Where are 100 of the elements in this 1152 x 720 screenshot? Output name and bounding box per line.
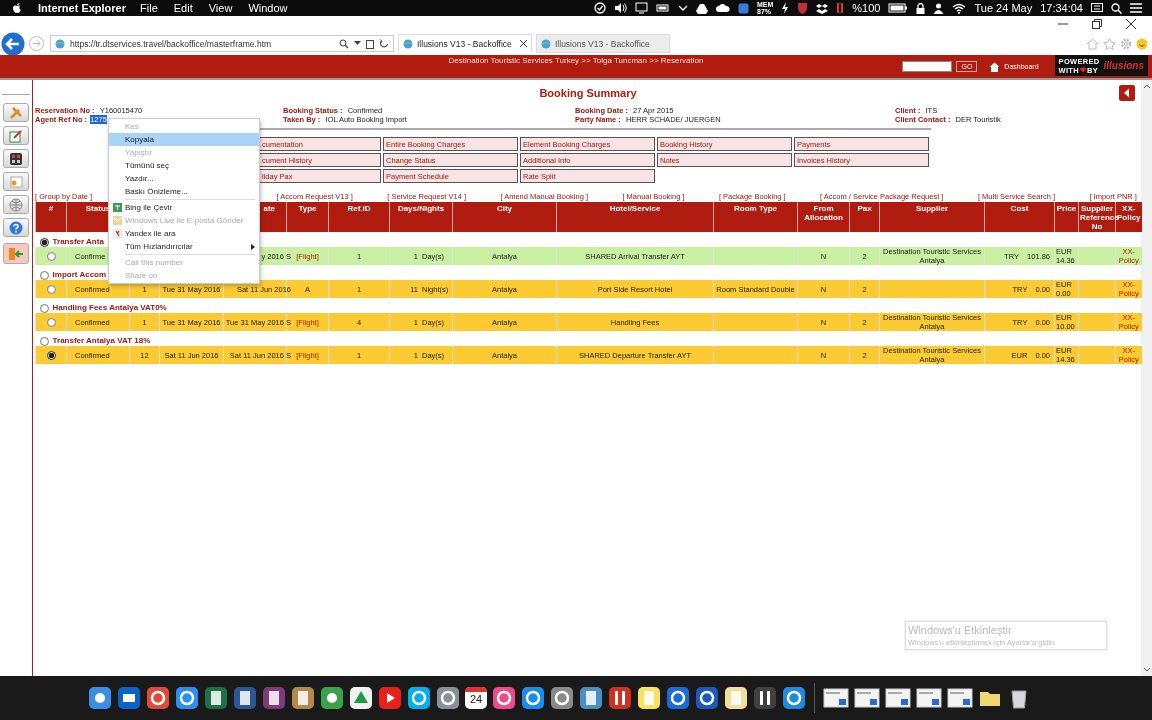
close-icon[interactable] [1126,19,1136,29]
column-header: Hotel/Service [609,204,661,213]
radio-button[interactable] [39,304,49,313]
radio-button[interactable] [46,317,56,327]
app-icon[interactable] [738,2,749,14]
menu-item[interactable]: View [208,2,233,14]
heart-icon [1079,67,1086,73]
page-icon [55,38,65,49]
speaker-icon[interactable] [614,2,627,14]
window-thumbnail-icon[interactable] [854,687,880,709]
tab-title: Illusions V13 - Backoffice [555,38,651,49]
calculator-icon [9,151,23,166]
shield-icon[interactable] [797,2,809,14]
search-icon[interactable] [339,38,349,49]
column-header: Room Type [734,204,777,213]
battery-icon[interactable] [888,3,909,13]
scrollbar[interactable] [1141,80,1152,676]
edit-button[interactable] [3,126,29,145]
help-icon [9,220,23,235]
refresh-icon[interactable] [379,38,389,49]
column-header: Days/Nights [397,204,445,213]
menu-icon[interactable] [1130,3,1142,13]
search-field[interactable] [902,61,953,72]
date-text[interactable]: Tue 24 May [974,2,1033,14]
column-header: ate [263,204,275,213]
address-bar[interactable]: https://tr.dtservices.travel/backoffice/masterframe.htm [50,35,394,52]
apple-icon[interactable] [12,2,22,14]
help-button[interactable] [3,218,29,237]
submenu-arrow-icon [251,243,255,250]
clipboard-icon[interactable] [366,38,374,49]
back-button[interactable] [1119,85,1135,101]
bolt-icon[interactable] [781,2,790,14]
brand-name: illusions [1103,60,1144,71]
window-thumbnail-icon[interactable] [885,687,911,709]
scroll-up-icon[interactable] [1142,83,1151,89]
play-icon[interactable] [378,686,402,710]
page-title: Booking Summary [539,87,637,99]
radio-button[interactable] [39,271,49,280]
window-thumbnail-icon[interactable] [947,687,973,709]
list-icon[interactable] [1091,2,1103,14]
scroll-down-icon[interactable] [1142,667,1151,673]
back-button[interactable] [1,31,25,56]
breadcrumb: Destination Touristic Services Turkey >> Tolga Tuncman >> Reservation [448,56,704,65]
radio-button[interactable] [46,350,56,360]
chevron-icon[interactable] [678,4,688,12]
menu-item[interactable]: Kopyala [109,133,259,146]
window-thumbnail-icon[interactable] [823,687,849,709]
radio-button[interactable] [46,251,56,261]
column-header: From Allocation [804,204,843,222]
close-icon[interactable] [520,40,527,47]
lock-icon[interactable] [916,2,926,14]
check-circle-icon[interactable] [594,2,606,14]
bars-icon[interactable] [608,686,632,710]
url-text: https://tr.dtservices.travel/backoffice/masterframe.htm [70,38,272,49]
radio-button[interactable] [39,337,49,346]
star-icon[interactable] [1103,37,1116,50]
menu-item[interactable]: Yandex ile ara [109,227,259,240]
window-thumbnail-icon[interactable] [916,687,942,709]
menu-item[interactable]: Baskı Önizleme... [109,185,259,198]
page-icon [403,38,413,49]
radio-button[interactable] [39,238,49,247]
calculator-button[interactable] [3,149,29,168]
menu-item[interactable]: Bing ile Çevir [109,201,259,214]
column-header: Supplier [916,204,948,213]
menu-item[interactable]: Window [248,2,288,14]
tools-button[interactable] [3,103,29,122]
letter-icon [112,229,122,238]
box-icon[interactable] [816,2,829,14]
monitor-icon[interactable] [635,2,648,14]
wifi-icon[interactable] [952,2,967,14]
drive-icon[interactable] [696,2,708,14]
tab-title: Illusions V13 - Backoffice [417,38,513,49]
smiley-icon[interactable] [1136,37,1148,50]
battery-percent[interactable]: %100 [852,2,881,14]
exit-icon [8,246,24,261]
group-title: Transfer Anta [52,237,104,247]
home-icon[interactable] [989,61,1001,72]
menu-item[interactable]: Edit [173,2,193,14]
globe-button[interactable] [3,195,29,214]
tools-icon [9,105,23,120]
column-header: Cost [1010,204,1029,213]
restore-icon[interactable] [1092,19,1102,29]
column-header: Price [1056,204,1077,213]
menu-item[interactable]: File [140,2,158,14]
column-header: XX-Policy [1117,204,1141,222]
column-header: City [496,204,513,213]
column-header: Ref.ID [347,204,371,213]
edit-icon [9,128,23,143]
user-icon[interactable] [933,2,945,14]
clock-text[interactable]: 17:34:04 [1040,2,1083,14]
browser-tab[interactable]: Illusions V13 - Backoffice [536,34,670,53]
search-icon[interactable] [1111,2,1122,14]
column-header: Type [298,204,317,213]
browser-tab[interactable]: Illusions V13 - Backoffice [398,34,532,53]
pause-icon[interactable] [836,2,845,14]
battery-icon[interactable] [656,3,670,13]
radio-button[interactable] [46,284,56,294]
caret-icon[interactable] [354,41,361,46]
app-menu[interactable]: Internet Explorer [38,2,127,14]
calendar-icon[interactable]: 24 [465,687,487,709]
